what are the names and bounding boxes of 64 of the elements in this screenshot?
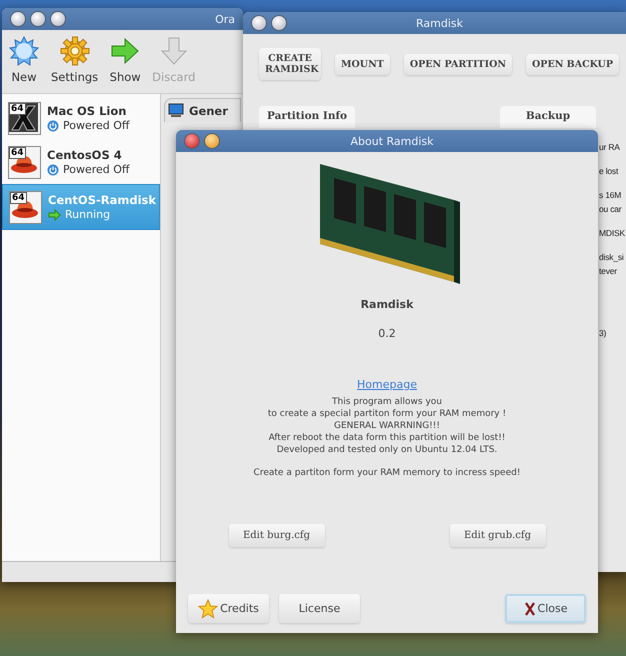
partial-text: disk_si <box>599 252 625 264</box>
toolbar-button[interactable]: Show <box>105 36 146 89</box>
tab-label: Gener <box>189 104 228 118</box>
edit-config-button[interactable]: Edit burg.cfg <box>228 524 324 547</box>
gear-icon <box>60 36 90 66</box>
window-button[interactable] <box>30 11 46 27</box>
partial-text: s 16M <box>599 190 622 202</box>
window-button[interactable] <box>251 15 267 31</box>
section-tab[interactable]: Partition Info <box>259 106 355 128</box>
window-title: Ramdisk <box>415 16 464 30</box>
edit-config-button[interactable]: Edit grub.cfg <box>450 524 546 547</box>
partial-text: MDISK <box>599 228 626 240</box>
vm-status: Powered Off <box>63 119 130 132</box>
monitor-icon <box>168 103 184 118</box>
vm-status: Running <box>65 208 110 221</box>
partial-text: e lost <box>599 166 620 178</box>
partial-text: tever <box>599 266 618 278</box>
partial-text: 3) <box>599 328 608 340</box>
toolbar-button[interactable]: New <box>4 36 44 89</box>
description-line: to create a special partiton form your RAM memory ! <box>268 408 506 420</box>
credits-button[interactable]: Credits <box>188 594 269 623</box>
tagline-text: Create a partiton form your RAM memory to incress speed! <box>254 468 520 478</box>
window-title: Ora <box>214 12 235 26</box>
ramdisk-button[interactable]: OPEN BACKUP <box>526 54 619 75</box>
section-tab[interactable]: Backup <box>500 106 596 128</box>
starburst-icon <box>9 36 39 66</box>
window-button[interactable] <box>50 11 66 27</box>
ramdisk-button[interactable]: MOUNT <box>335 54 390 75</box>
arrow-right-icon <box>110 36 140 66</box>
vm-list-item[interactable]: 64 CentosOS 4 Powered Off <box>2 140 160 184</box>
vm-name: CentosOS 4 <box>47 148 123 162</box>
description-line: Developed and tested only on Ubuntu 12.04 LTS. <box>276 444 498 456</box>
vm-list-item[interactable]: 64 Mac OS Lion Powered Off <box>2 96 160 140</box>
details-tab[interactable]: Gener <box>164 98 241 122</box>
close-window-button[interactable] <box>184 133 200 149</box>
license-button[interactable]: License <box>279 594 360 623</box>
arrow-right-icon <box>48 208 61 220</box>
close-button[interactable]: Close <box>505 594 586 623</box>
description-line: GENERAL WARRNING!!! <box>333 420 441 432</box>
window-button[interactable] <box>271 15 287 31</box>
star-icon <box>198 598 218 618</box>
description-line: After reboot the data form this partition will be lost!! <box>268 432 506 444</box>
power-icon <box>47 120 59 132</box>
window-title: About Ramdisk <box>349 134 434 148</box>
arrow-down-icon <box>158 36 189 66</box>
description-line: This program allows you <box>331 396 443 408</box>
arch-badge: 64 <box>9 102 26 114</box>
ramdisk-button[interactable]: CREATE RAMDISK <box>259 48 321 80</box>
partial-text: ur RA <box>599 142 621 154</box>
vm-name: CentOS-Ramdisk <box>48 193 156 207</box>
vm-list-item[interactable]: 64 CentOS-Ramdisk Running <box>2 184 160 230</box>
power-icon <box>47 164 59 176</box>
partial-text: ou car <box>599 204 622 216</box>
arch-badge: 64 <box>9 146 26 158</box>
ramdisk-button[interactable]: OPEN PARTITION <box>404 54 512 75</box>
app-name: Ramdisk <box>360 298 414 311</box>
version-text: 0.2 <box>378 327 396 340</box>
x-mark-icon <box>524 602 536 616</box>
vm-name: Mac OS Lion <box>47 104 128 118</box>
vm-status: Powered Off <box>63 163 130 176</box>
arch-badge: 64 <box>10 192 27 204</box>
window-button[interactable] <box>10 11 26 27</box>
minimize-window-button[interactable] <box>204 133 220 149</box>
toolbar-button[interactable]: Settings <box>48 36 102 89</box>
